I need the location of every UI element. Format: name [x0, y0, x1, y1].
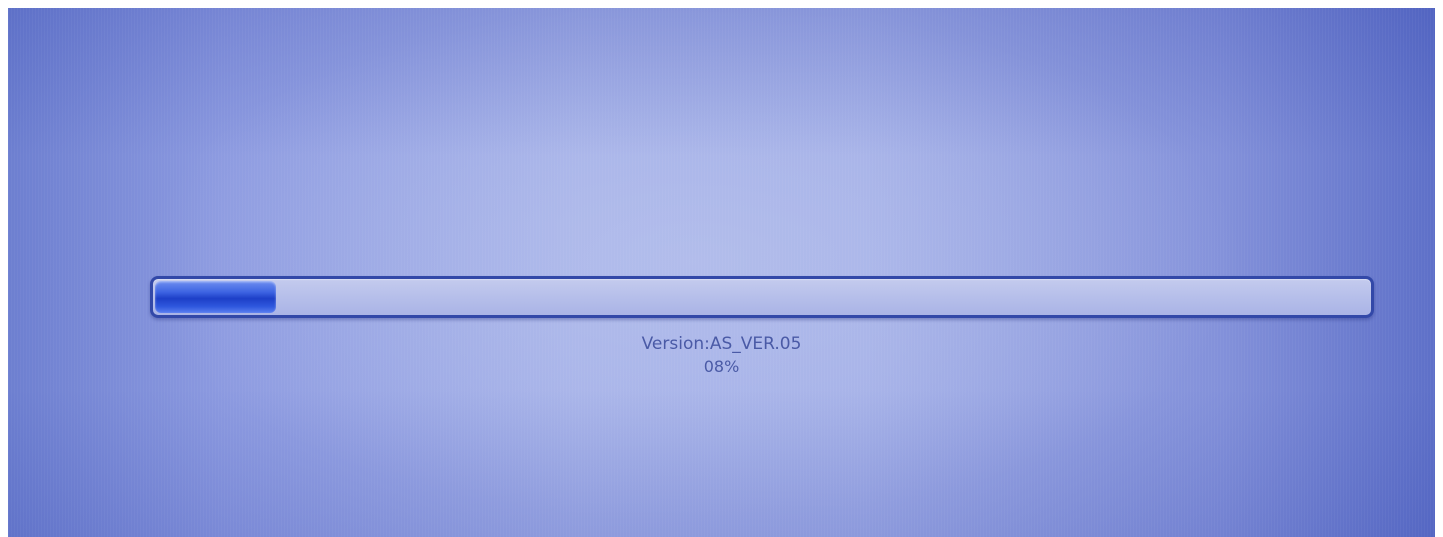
progress-percent: 08% — [703, 357, 740, 376]
version-label: Version:AS_VER.05 — [641, 334, 802, 354]
boot-screen: Version:AS_VER.05 08% — [8, 8, 1435, 537]
progress-bar — [150, 276, 1374, 318]
progress-fill — [155, 281, 276, 313]
